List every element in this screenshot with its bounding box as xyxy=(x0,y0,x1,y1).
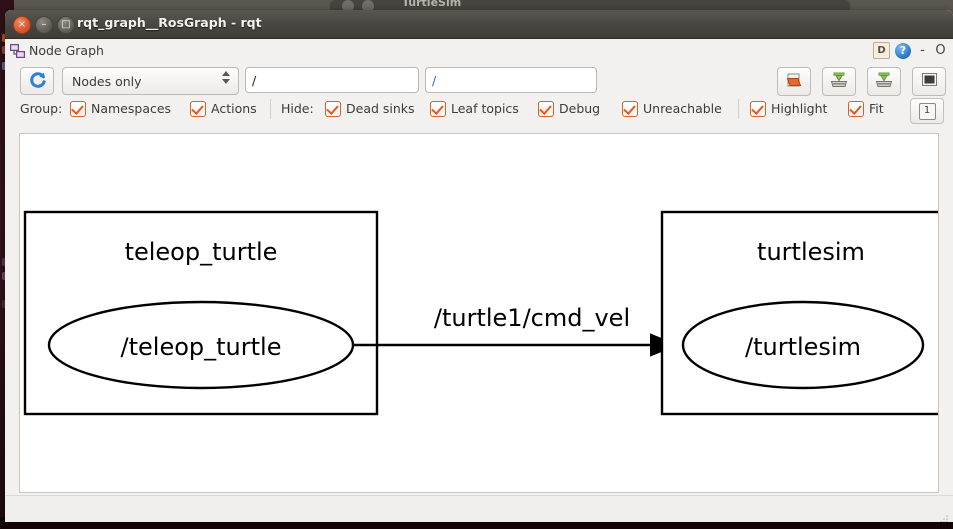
refresh-icon xyxy=(28,70,47,93)
graph-node-teleop-turtle[interactable]: teleop_turtle /teleop_turtle xyxy=(23,210,379,416)
checkbox-debug[interactable]: Debug xyxy=(538,100,600,118)
checkbox-debug-label: Debug xyxy=(559,101,601,116)
checkbox-namespaces[interactable]: Namespaces xyxy=(70,100,171,118)
group-label: Group: xyxy=(20,101,63,116)
checkbox-dead-sinks[interactable]: Dead sinks xyxy=(325,100,415,118)
checkbox-highlight[interactable]: Highlight xyxy=(750,100,827,118)
zoom-reset-button[interactable]: 1 xyxy=(910,98,944,124)
checkbox-unreachable[interactable]: Unreachable xyxy=(622,100,722,118)
save-down-icon xyxy=(875,72,893,92)
graph-group-label-turtlesim: turtlesim xyxy=(757,238,865,266)
checkbox-unreachable-box[interactable] xyxy=(622,101,638,117)
ros-node-graph: teleop_turtle /teleop_turtle /turtle1/cm… xyxy=(23,210,938,416)
checkbox-actions-label: Actions xyxy=(211,101,257,116)
graph-edge-label: /turtle1/cmd_vel xyxy=(434,304,630,332)
checkbox-fit-label: Fit xyxy=(869,101,884,116)
screen: TurtleSim × – □ rqt_graph__RosGraph - rq… xyxy=(0,0,953,529)
refresh-button[interactable] xyxy=(20,67,54,95)
zoom-one-icon: 1 xyxy=(918,102,936,120)
separator-2 xyxy=(738,99,739,119)
plugin-minimize-button[interactable]: - xyxy=(916,43,929,58)
graph-canvas[interactable]: teleop_turtle /teleop_turtle /turtle1/cm… xyxy=(19,133,939,493)
title-bar: × – □ rqt_graph__RosGraph - rqt xyxy=(5,10,953,39)
plugin-title: Node Graph xyxy=(29,43,104,58)
window-controls: × – □ xyxy=(13,16,75,34)
minimize-icon: – xyxy=(41,19,47,30)
help-icon[interactable]: ? xyxy=(895,42,911,59)
checkbox-namespaces-label: Namespaces xyxy=(91,101,172,116)
checkbox-leaf-topics-label: Leaf topics xyxy=(451,101,519,116)
save-dot-button[interactable] xyxy=(822,67,856,96)
plugin-header: Node Graph D ? - O xyxy=(5,39,953,63)
hide-label: Hide: xyxy=(281,101,314,116)
filter-bar: Group: Namespaces Actions Hide: Dead sin… xyxy=(5,97,953,124)
separator-1 xyxy=(270,99,271,119)
save-image-button[interactable] xyxy=(867,67,901,96)
topic-filter-input[interactable]: / xyxy=(425,67,597,93)
dock-button[interactable]: D xyxy=(873,42,890,59)
resize-grip-icon[interactable] xyxy=(939,509,949,522)
folder-open-icon xyxy=(785,72,803,92)
graph-type-select[interactable]: Nodes only xyxy=(62,67,239,95)
checkbox-leaf-topics[interactable]: Leaf topics xyxy=(430,100,519,118)
maximize-icon: □ xyxy=(61,19,71,30)
checkbox-fit-box[interactable] xyxy=(848,101,864,117)
checkbox-leaf-topics-box[interactable] xyxy=(430,101,446,117)
close-icon: × xyxy=(17,19,27,30)
image-button[interactable] xyxy=(912,67,946,96)
graph-node-label-turtlesim: /turtlesim xyxy=(745,333,861,361)
chevron-updown-icon xyxy=(222,71,230,84)
checkbox-dead-sinks-label: Dead sinks xyxy=(346,101,415,116)
checkbox-namespaces-box[interactable] xyxy=(70,101,86,117)
checkbox-unreachable-label: Unreachable xyxy=(643,101,722,116)
window-close-button[interactable]: × xyxy=(13,16,31,34)
rqt-window: × – □ rqt_graph__RosGraph - rqt Node Gra… xyxy=(5,10,953,522)
plugin-header-controls: D ? - O xyxy=(873,42,947,59)
checkbox-actions-box[interactable] xyxy=(190,101,206,117)
graph-type-value: Nodes only xyxy=(72,73,142,89)
node-graph-icon xyxy=(10,43,26,59)
checkbox-highlight-box[interactable] xyxy=(750,101,766,117)
toolbar: Nodes only / / xyxy=(5,63,953,97)
graph-node-turtlesim[interactable]: turtlesim /turtlesim xyxy=(660,210,938,416)
image-icon xyxy=(921,72,938,91)
window-maximize-button[interactable]: □ xyxy=(57,16,75,34)
graph-edge-cmd-vel[interactable]: /turtle1/cmd_vel xyxy=(353,304,679,357)
topic-filter-value: / xyxy=(432,72,437,88)
graph-node-label-teleop: /teleop_turtle xyxy=(121,333,282,361)
window-title: rqt_graph__RosGraph - rqt xyxy=(77,15,262,30)
save-down-icon xyxy=(830,72,848,92)
checkbox-actions[interactable]: Actions xyxy=(190,100,257,118)
bg-window-title: TurtleSim xyxy=(402,0,462,9)
status-bar xyxy=(5,495,953,522)
namespace-filter-value: / xyxy=(252,72,257,88)
plugin-close-button[interactable]: O xyxy=(934,43,947,58)
graph-group-label-teleop: teleop_turtle xyxy=(125,238,278,266)
window-minimize-button[interactable]: – xyxy=(35,16,53,34)
checkbox-dead-sinks-box[interactable] xyxy=(325,101,341,117)
checkbox-debug-box[interactable] xyxy=(538,101,554,117)
checkbox-highlight-label: Highlight xyxy=(771,101,828,116)
checkbox-fit[interactable]: Fit xyxy=(848,100,884,118)
namespace-filter-input[interactable]: / xyxy=(245,67,419,93)
load-dot-button[interactable] xyxy=(777,67,811,96)
